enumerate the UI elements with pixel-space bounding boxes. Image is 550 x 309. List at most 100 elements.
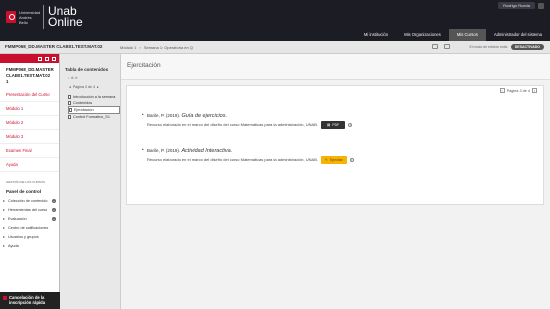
- prev-page-icon[interactable]: ◂: [69, 85, 71, 89]
- add-menu-item-icon[interactable]: [38, 56, 42, 61]
- logo-brand: Unab Online: [48, 5, 83, 28]
- expand-arrow-icon: ▸: [3, 208, 5, 212]
- add-icon[interactable]: +: [52, 199, 56, 203]
- user-name[interactable]: Rodrigo Rueda: [498, 2, 535, 9]
- entry-title: Actividad Interactiva.: [181, 148, 233, 154]
- reports-icon[interactable]: [444, 44, 450, 49]
- main-content: Ejercitación ‹ Página 3 de 4 › • Barile,…: [121, 54, 550, 309]
- unenroll-icon: [3, 296, 7, 300]
- activity-button-label: Ejercitar: [329, 158, 343, 162]
- entry-description-row: Recurso elaborado en el marco del diseño…: [147, 121, 353, 129]
- info-icon[interactable]: i: [348, 123, 353, 127]
- entry-author: Barile, P. (2019).: [147, 113, 181, 118]
- panel-item-label: Herramientas del curso: [8, 208, 48, 212]
- sidebar-course-title[interactable]: FMMP068_DD.MASTER CLAB01.TEST.MAT.02 1: [0, 63, 59, 88]
- panel-item-label: Centro de calificaciones: [8, 226, 49, 230]
- document-icon: [68, 95, 71, 99]
- toc-page-label: Página 3 de 4: [72, 85, 95, 89]
- expand-arrow-icon: ▸: [3, 217, 5, 221]
- breadcrumb: Módulo 1 › Semana 1: Operatoria en Q: [120, 45, 193, 50]
- content-page-label: Página 3 de 4: [506, 88, 530, 93]
- breadcrumb-bar: FMMP068_DD.MASTER CLAB01.TEST.MAT.02 Mód…: [0, 41, 550, 54]
- toc-item-label: Control Formativo_S1: [73, 115, 110, 119]
- entry-description: Recurso elaborado en el marco del diseño…: [147, 122, 318, 127]
- edit-mode: El modo de edición está: DESACTIVADO: [469, 44, 544, 50]
- edit-mode-label: El modo de edición está:: [469, 45, 508, 49]
- toc-item-label: Contenidos: [73, 101, 93, 105]
- panel-item-usuarios[interactable]: ▸ Usuarios y grupos: [0, 233, 59, 242]
- toc-item-label: Ejercitación: [74, 108, 94, 112]
- control-panel-title: Panel de control: [6, 189, 42, 194]
- toc-item-ejercitacion[interactable]: Ejercitación: [68, 106, 120, 114]
- table-of-contents: Tabla de contenidos ↕ ⊕ ⊖ ◂ Página 3 de …: [60, 54, 121, 309]
- entry-heading: Barile, P. (2019). Guía de ejercicios.: [147, 112, 352, 120]
- pdf-button[interactable]: ▤ PDF: [320, 121, 346, 129]
- quick-unenroll-button[interactable]: Cancelación de la inscripción rápida: [0, 292, 60, 309]
- panel-item-label: Colección de contenido: [8, 199, 48, 203]
- pencil-icon: ✎: [324, 158, 328, 162]
- collapse-sidebar-icon[interactable]: [52, 56, 56, 61]
- panel-item-ayuda[interactable]: ▸ Ayuda: [0, 242, 59, 251]
- next-page-icon[interactable]: ▸: [97, 85, 99, 89]
- toc-list: Introducción a la semana Contenidos Ejer…: [60, 94, 120, 120]
- breadcrumb-semana[interactable]: Semana 1: Operatoria en Q: [144, 45, 193, 50]
- sidebar-section-label: GESTIÓN DE LOS CURSOS: [6, 180, 46, 184]
- sidebar-item-examen-final[interactable]: Examen Final: [0, 144, 59, 158]
- sidebar-item-modulo-2[interactable]: Módulo 2: [0, 116, 59, 130]
- user-menu[interactable]: Rodrigo Rueda: [498, 2, 544, 9]
- logo-university-name: Universidad Andrés Bello: [19, 9, 41, 25]
- panel-item-coleccion[interactable]: ▸ Colección de contenido +: [0, 197, 59, 206]
- prev-page-icon[interactable]: ‹: [499, 88, 505, 93]
- pdf-button-label: PDF: [332, 123, 340, 127]
- document-icon: [68, 101, 71, 105]
- info-icon[interactable]: i: [349, 158, 354, 162]
- toc-item-control-formativo[interactable]: Control Formativo_S1: [68, 114, 120, 120]
- bullet: •: [142, 112, 144, 117]
- document-icon: [68, 115, 71, 119]
- expand-arrow-icon: ▸: [3, 244, 5, 248]
- refresh-icon[interactable]: [45, 56, 49, 61]
- resource-entry-actividad: • Barile, P. (2019). Actividad Interacti…: [142, 147, 354, 164]
- expand-arrow-icon: ▸: [3, 235, 5, 239]
- user-settings-icon[interactable]: [538, 2, 544, 9]
- content-pager: ‹ Página 3 de 4 ›: [499, 88, 537, 93]
- sidebar-item-presentacion[interactable]: Presentación del Curso: [0, 88, 59, 102]
- panel-item-evaluacion[interactable]: ▸ Evaluación +: [0, 215, 59, 224]
- toc-item-label: Introducción a la semana: [73, 95, 116, 99]
- nav-administrador[interactable]: Administrador del sistema: [486, 29, 550, 41]
- nav-mis-organizaciones[interactable]: Mis Organizaciones: [396, 29, 449, 41]
- panel-item-herramientas[interactable]: ▸ Herramientas del curso +: [0, 206, 59, 215]
- activity-button[interactable]: ✎ Ejercitar: [320, 156, 347, 164]
- main-nav: Mi institución Mis Organizaciones Mis Cu…: [356, 29, 550, 41]
- entry-description-row: Recurso elaborado en el marco del diseño…: [147, 156, 354, 164]
- edit-mode-toggle[interactable]: DESACTIVADO: [510, 44, 544, 50]
- resource-entry-guia: • Barile, P. (2019). Guía de ejercicios.…: [142, 112, 353, 129]
- toc-controls[interactable]: ↕ ⊕ ⊖: [60, 76, 120, 83]
- page-title: Ejercitación: [121, 54, 550, 80]
- content-card: ‹ Página 3 de 4 › • Barile, P. (2019). G…: [126, 85, 544, 205]
- add-icon[interactable]: +: [52, 217, 56, 221]
- unab-logo[interactable]: Universidad Andrés Bello Unab Online: [6, 5, 83, 29]
- notifications-icon[interactable]: [432, 44, 438, 49]
- next-page-icon[interactable]: ›: [532, 88, 537, 93]
- panel-item-label: Ayuda: [8, 244, 19, 248]
- nav-mi-institucion[interactable]: Mi institución: [356, 29, 396, 41]
- add-icon[interactable]: +: [52, 208, 56, 212]
- expand-arrow-icon: ▸: [3, 226, 5, 230]
- university-crest-icon: [6, 11, 16, 23]
- breadcrumb-modulo[interactable]: Módulo 1: [120, 45, 136, 50]
- panel-item-calificaciones[interactable]: ▸ Centro de calificaciones: [0, 224, 59, 233]
- document-icon: [69, 108, 72, 112]
- sidebar-toolbar: [0, 54, 59, 63]
- panel-item-label: Usuarios y grupos: [8, 235, 39, 239]
- sidebar-item-modulo-3[interactable]: Módulo 3: [0, 130, 59, 144]
- course-id[interactable]: FMMP068_DD.MASTER CLAB01.TEST.MAT.02: [5, 44, 102, 49]
- sidebar-item-ayuda[interactable]: Ayuda: [0, 158, 59, 172]
- sidebar-item-modulo-1[interactable]: Módulo 1: [0, 102, 59, 116]
- expand-arrow-icon: ▸: [3, 199, 5, 203]
- quick-unenroll-label: Cancelación de la inscripción rápida: [9, 295, 46, 305]
- panel-item-label: Evaluación: [8, 217, 27, 221]
- toc-title: Tabla de contenidos: [65, 67, 109, 72]
- nav-mis-cursos[interactable]: Mis Cursos: [448, 29, 486, 41]
- logo-divider: [43, 5, 44, 29]
